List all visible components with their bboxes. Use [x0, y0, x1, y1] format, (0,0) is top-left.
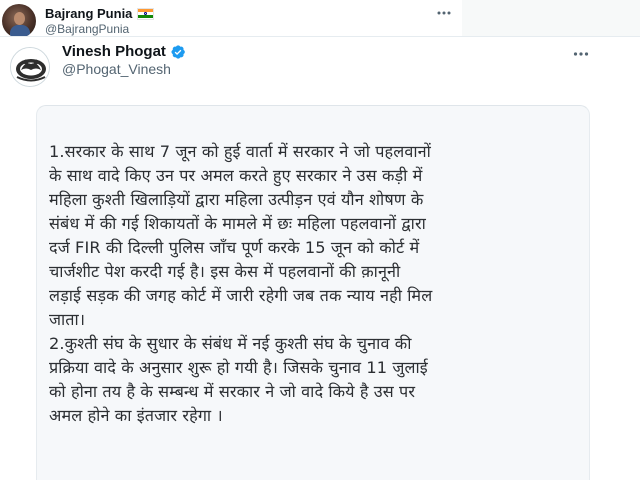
more-horizontal-icon[interactable] [436, 6, 452, 20]
statement-line: के साथ वादे किए उन पर अमल करते हुए सरकार… [49, 166, 423, 185]
wrestling-logo-icon [11, 48, 49, 86]
tweet-screenshot: Bajrang Punia @BajrangPunia Vinesh Phoga… [0, 0, 640, 480]
quoted-author-row: Vinesh Phogat [62, 43, 186, 60]
avatar[interactable] [2, 4, 36, 38]
statement-line: को होना तय है के सम्बन्ध में सरकार ने जो… [49, 382, 416, 401]
statement-line: चार्जशीट पेश करदी गई है। इस केस में पहलव… [49, 262, 401, 281]
more-horizontal-icon[interactable] [572, 47, 590, 61]
statement-line: प्रक्रिया वादे के अनुसार शुरू हो गयी है।… [49, 358, 428, 377]
outer-author-name[interactable]: Bajrang Punia [45, 6, 132, 21]
statement-line: दर्ज FIR की दिल्ली पुलिस जाँच पूर्ण करके… [49, 238, 420, 257]
quoted-tweet-card[interactable]: Vinesh Phogat @Phogat_Vinesh 1.सरकार के … [0, 36, 640, 480]
statement-text: 1.सरकार के साथ 7 जून को हुई वार्ता में स… [49, 140, 579, 428]
statement-line: महिला कुश्ती खिलाड़ियों द्वारा महिला उत्… [49, 190, 424, 209]
verified-badge-icon [171, 44, 185, 59]
avatar[interactable] [10, 47, 50, 87]
statement-line: 2.कुश्ती संघ के सुधार के संबंध में नई कु… [49, 334, 412, 353]
statement-line: 1.सरकार के साथ 7 जून को हुई वार्ता में स… [49, 142, 431, 161]
statement-line: जाता। [49, 310, 86, 329]
statement-line: लड़ाई सड़क की जगह कोर्ट में जारी रहेगी ज… [49, 286, 433, 305]
outer-author-handle[interactable]: @BajrangPunia [45, 22, 129, 36]
quoted-author-handle[interactable]: @Phogat_Vinesh [62, 61, 171, 77]
quoted-author-name[interactable]: Vinesh Phogat [62, 43, 166, 60]
statement-line: संबंध में की गई शिकायतों के मामले में छः… [49, 214, 426, 233]
statement-image[interactable]: 1.सरकार के साथ 7 जून को हुई वार्ता में स… [36, 105, 590, 480]
outer-author-row: Bajrang Punia [45, 6, 155, 21]
statement-line: अमल होने का इंतजार रहेगा । [49, 406, 223, 425]
indian-flag-icon [137, 7, 155, 20]
